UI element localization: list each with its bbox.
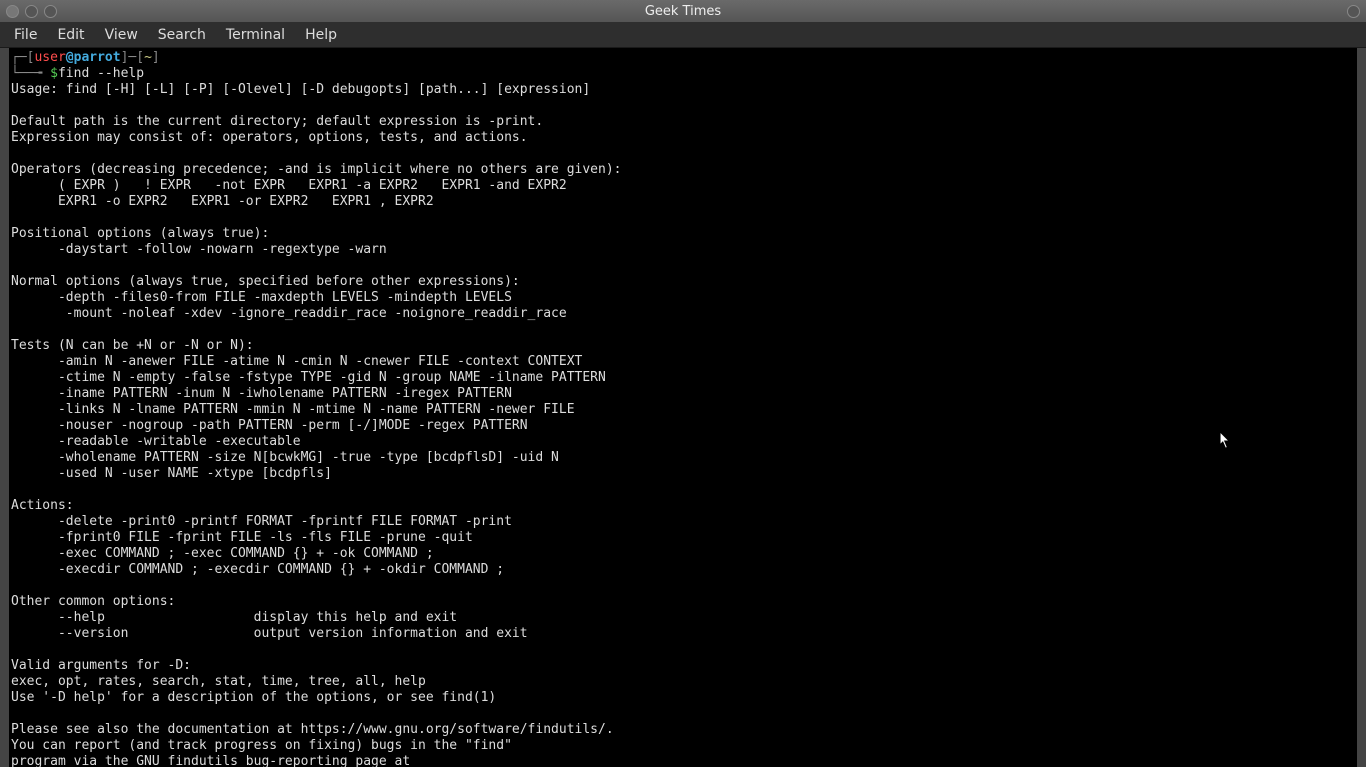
output-line: -readable -writable -executable bbox=[11, 434, 301, 449]
output-line: Please see also the documentation at htt… bbox=[11, 722, 614, 737]
output-line: Expression may consist of: operators, op… bbox=[11, 130, 528, 145]
menu-search[interactable]: Search bbox=[148, 24, 216, 46]
output-line: -links N -lname PATTERN -mmin N -mtime N… bbox=[11, 402, 575, 417]
output-line: -fprint0 FILE -fprint FILE -ls -fls FILE… bbox=[11, 530, 473, 545]
output-line: -nouser -nogroup -path PATTERN -perm [-/… bbox=[11, 418, 528, 433]
output-line: Operators (decreasing precedence; -and i… bbox=[11, 162, 621, 177]
output-line: -execdir COMMAND ; -execdir COMMAND {} +… bbox=[11, 562, 504, 577]
window-title: Geek Times bbox=[0, 4, 1366, 19]
output-line: -exec COMMAND ; -exec COMMAND {} + -ok C… bbox=[11, 546, 434, 561]
menu-help[interactable]: Help bbox=[295, 24, 347, 46]
menu-bar: File Edit View Search Terminal Help bbox=[0, 22, 1366, 48]
output-line: Other common options: bbox=[11, 594, 175, 609]
menu-file[interactable]: File bbox=[4, 24, 47, 46]
output-line: Normal options (always true, specified b… bbox=[11, 274, 520, 289]
output-line: -mount -noleaf -xdev -ignore_readdir_rac… bbox=[11, 306, 567, 321]
output-line: -wholename PATTERN -size N[bcwkMG] -true… bbox=[11, 450, 559, 465]
output-line: --help display this help and exit bbox=[11, 610, 457, 625]
terminal-viewport[interactable]: ┌─[user@parrot]─[~] └──╼ $find --help Us… bbox=[9, 48, 1357, 767]
prompt-line-1: ┌─[user@parrot]─[~] bbox=[11, 50, 160, 65]
output-line: -delete -print0 -printf FORMAT -fprintf … bbox=[11, 514, 512, 529]
output-line: Positional options (always true): bbox=[11, 226, 269, 241]
output-line: Tests (N can be +N or -N or N): bbox=[11, 338, 254, 353]
output-line: -used N -user NAME -xtype [bcdpfls] bbox=[11, 466, 332, 481]
window-menu-button[interactable] bbox=[1347, 5, 1360, 18]
output-line: -daystart -follow -nowarn -regextype -wa… bbox=[11, 242, 387, 257]
output-line: You can report (and track progress on fi… bbox=[11, 738, 512, 753]
output-line: -ctime N -empty -false -fstype TYPE -gid… bbox=[11, 370, 606, 385]
output-line: --version output version information and… bbox=[11, 626, 528, 641]
window-titlebar: Geek Times bbox=[0, 0, 1366, 22]
window-maximize-button[interactable] bbox=[44, 5, 57, 18]
window-minimize-button[interactable] bbox=[25, 5, 38, 18]
output-line: program via the GNU findutils bug-report… bbox=[11, 754, 410, 767]
output-line: ( EXPR ) ! EXPR -not EXPR EXPR1 -a EXPR2… bbox=[11, 178, 567, 193]
output-line: -amin N -anewer FILE -atime N -cmin N -c… bbox=[11, 354, 582, 369]
output-line: Use '-D help' for a description of the o… bbox=[11, 690, 496, 705]
prompt-line-2: └──╼ $find --help bbox=[11, 66, 144, 81]
output-line: exec, opt, rates, search, stat, time, tr… bbox=[11, 674, 426, 689]
menu-terminal[interactable]: Terminal bbox=[216, 24, 295, 46]
output-line: Usage: find [-H] [-L] [-P] [-Olevel] [-D… bbox=[11, 82, 590, 97]
output-line: Actions: bbox=[11, 498, 74, 513]
window-close-button[interactable] bbox=[6, 5, 19, 18]
menu-edit[interactable]: Edit bbox=[47, 24, 94, 46]
output-line: Default path is the current directory; d… bbox=[11, 114, 543, 129]
output-line: -depth -files0-from FILE -maxdepth LEVEL… bbox=[11, 290, 512, 305]
menu-view[interactable]: View bbox=[95, 24, 148, 46]
output-line: -iname PATTERN -inum N -iwholename PATTE… bbox=[11, 386, 512, 401]
output-line: Valid arguments for -D: bbox=[11, 658, 191, 673]
output-line: EXPR1 -o EXPR2 EXPR1 -or EXPR2 EXPR1 , E… bbox=[11, 194, 434, 209]
